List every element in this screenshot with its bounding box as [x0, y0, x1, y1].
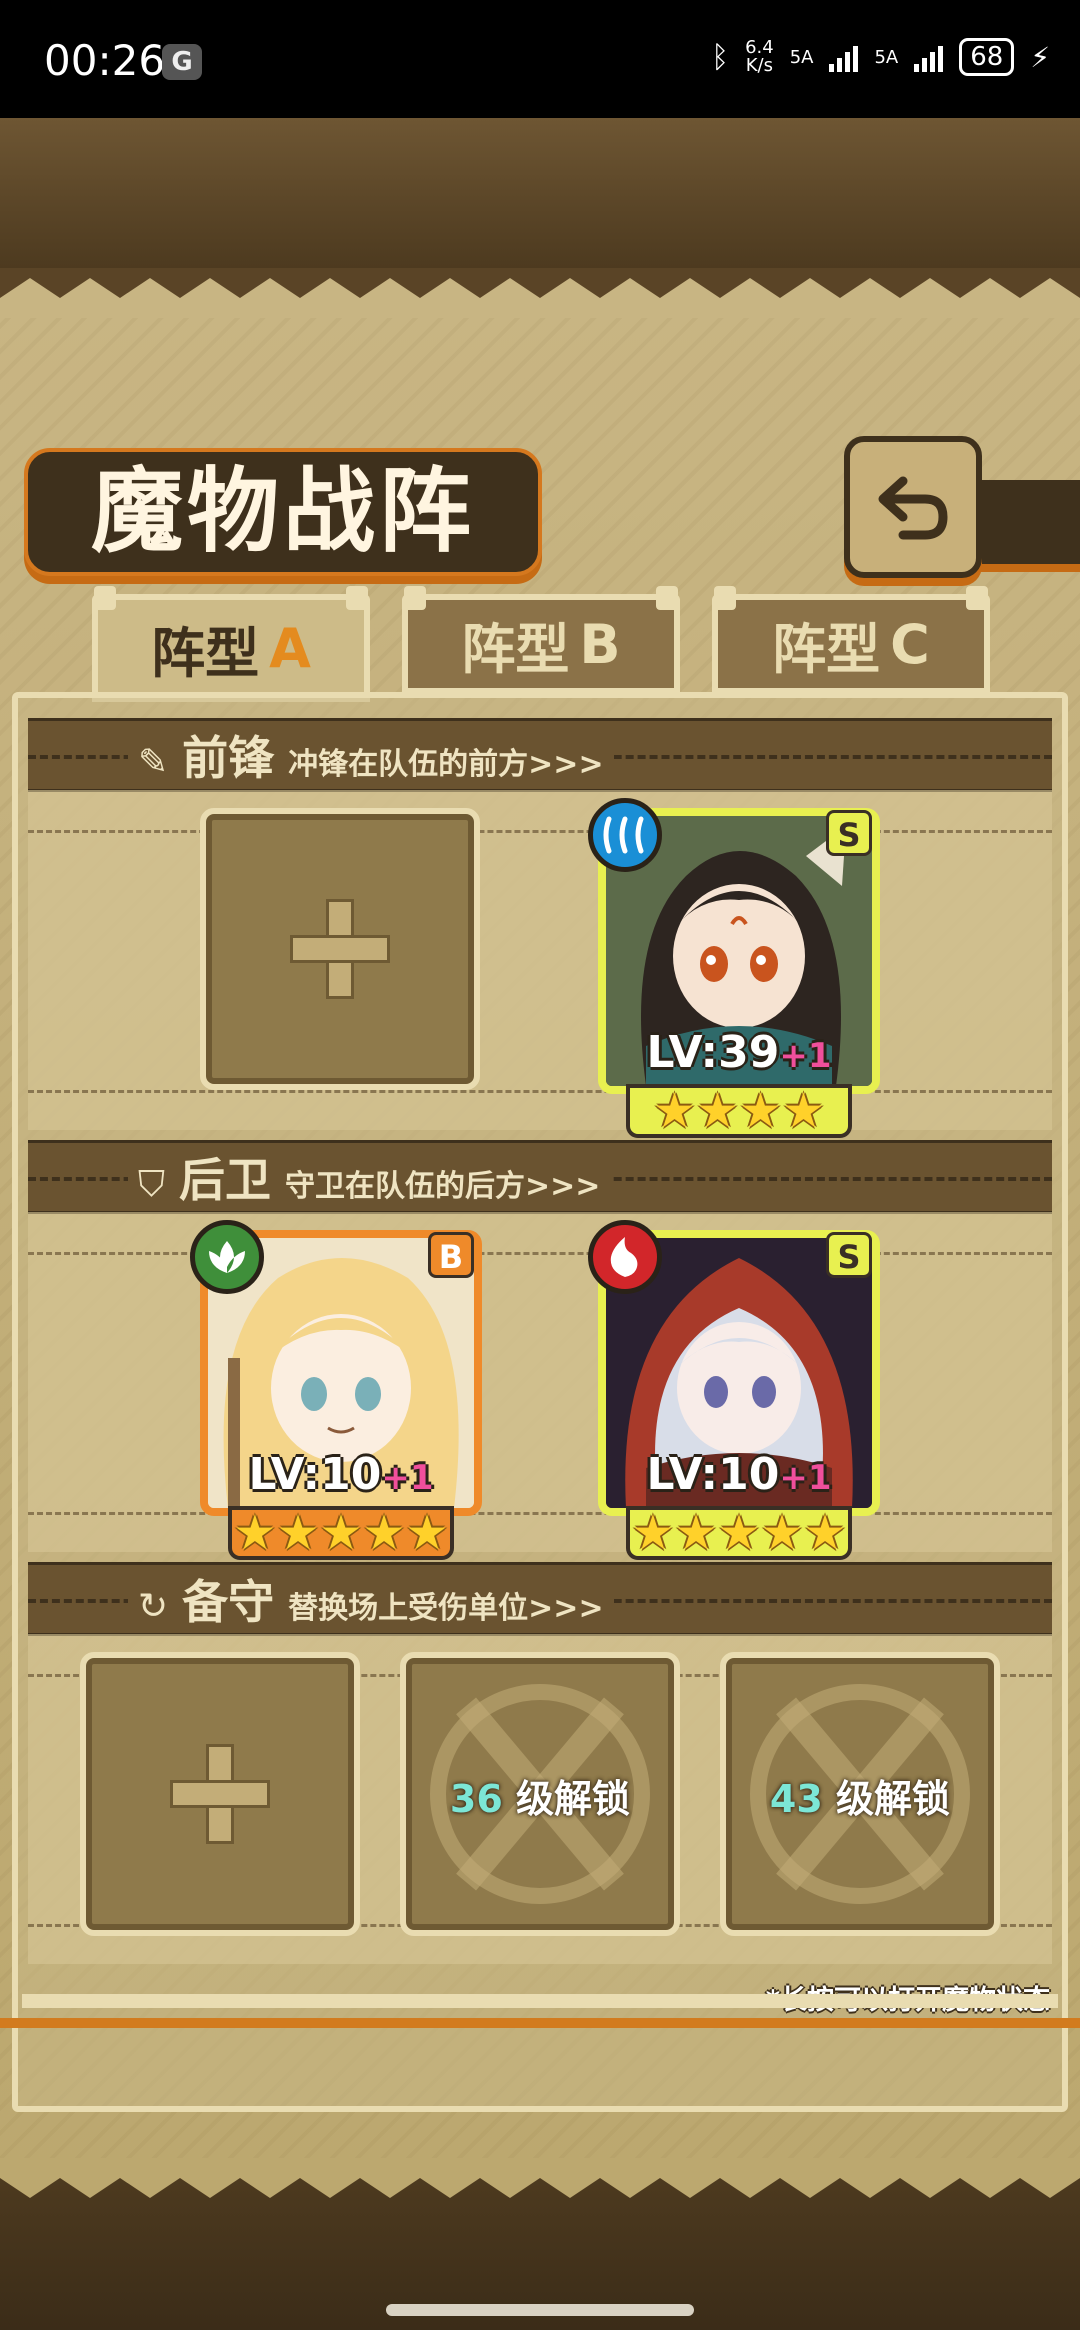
status-bar: 00:26 G ᛒ 6.4 K/s 5A 5A 68 ⚡ [0, 0, 1080, 118]
torn-edge-bottom [0, 2158, 1080, 2198]
star-icon: ★ [233, 1505, 277, 1561]
star-icon: ★ [803, 1505, 847, 1561]
star-rating: ★ ★ ★ ★ ★ [228, 1506, 454, 1560]
fire-icon [588, 1220, 662, 1294]
section-rearguard-header: ⛉ 后卫 守卫在队伍的后方>>> [28, 1140, 1052, 1214]
battery-level: 68 [959, 38, 1015, 76]
rank-badge: S [826, 1232, 872, 1278]
back-button[interactable] [844, 436, 982, 578]
vanguard-empty-slot[interactable] [200, 808, 480, 1090]
leaf-icon [190, 1220, 264, 1294]
shield-icon: ⛉ [138, 1164, 166, 1205]
status-icons: ᛒ 6.4 K/s 5A 5A 68 ⚡ [711, 38, 1050, 76]
star-icon: ★ [760, 1505, 804, 1561]
water-icon [588, 798, 662, 872]
charging-icon: ⚡ [1030, 40, 1050, 74]
unlock-level-text: 36 级解锁 [449, 1777, 631, 1821]
star-icon: ★ [717, 1505, 761, 1561]
star-icon: ★ [739, 1083, 783, 1139]
vanguard-row [28, 790, 1052, 1130]
star-icon: ★ [674, 1505, 718, 1561]
title-banner: 魔物战阵 [24, 448, 542, 576]
page-title: 魔物战阵 [90, 457, 475, 565]
unlock-level-text: 43 级解锁 [769, 1777, 951, 1821]
net-speed: 6.4 K/s [745, 37, 774, 76]
add-icon [170, 1744, 270, 1844]
map-background-top [0, 118, 1080, 268]
rank-badge: S [826, 810, 872, 856]
star-icon: ★ [276, 1505, 320, 1561]
reserve-locked-slot-2: 43 级解锁 [720, 1652, 1000, 1936]
google-app-icon: G [162, 44, 202, 80]
sim1-label: 5A [789, 46, 814, 68]
star-icon: ★ [319, 1505, 363, 1561]
star-icon: ★ [405, 1505, 449, 1561]
home-indicator[interactable] [386, 2304, 694, 2316]
tab-formation-c[interactable]: 阵型 C [712, 586, 990, 694]
tab-letter: B [579, 612, 621, 676]
status-time: 00:26 [44, 36, 166, 85]
torn-edge-top [0, 278, 1080, 318]
return-arrow-icon [878, 476, 948, 540]
star-icon: ★ [362, 1505, 406, 1561]
star-rating: ★ ★ ★ ★ [626, 1084, 852, 1138]
add-icon [290, 899, 390, 999]
sim2-label: 5A [874, 46, 899, 68]
game-screen: 魔物战阵 阵型 A 阵型 B 阵型 C ✎ 前锋 冲锋在队伍的前方>>> LV:… [0, 118, 1080, 2330]
signal-icon-2 [914, 42, 944, 72]
panel-orange-edge [0, 2018, 1080, 2028]
section-reserve-header: ↻ 备守 替换场上受伤单位>>> [28, 1562, 1052, 1636]
reserve-empty-slot[interactable] [80, 1652, 360, 1936]
rank-badge: B [428, 1232, 474, 1278]
monster-level: LV:10+1 [646, 1449, 832, 1500]
panel-bottom-bar [22, 1994, 1058, 2008]
tab-formation-a[interactable]: 阵型 A [92, 586, 370, 702]
star-rating: ★ ★ ★ ★ ★ [626, 1506, 852, 1560]
monster-level: LV:10+1 [248, 1449, 434, 1500]
bluetooth-icon: ᛒ [711, 39, 730, 75]
star-icon: ★ [631, 1505, 675, 1561]
tab-formation-b[interactable]: 阵型 B [402, 586, 680, 694]
tab-letter: C [890, 612, 930, 676]
rearguard-row [28, 1212, 1052, 1552]
sword-icon: ✎ [138, 742, 169, 783]
monster-level: LV:39+1 [646, 1027, 832, 1078]
star-icon: ★ [782, 1083, 826, 1139]
signal-icon [829, 42, 859, 72]
tab-letter: A [269, 616, 311, 680]
star-icon: ★ [652, 1083, 696, 1139]
section-vanguard-header: ✎ 前锋 冲锋在队伍的前方>>> [28, 718, 1052, 792]
swap-icon: ↻ [138, 1586, 169, 1627]
star-icon: ★ [695, 1083, 739, 1139]
reserve-locked-slot-1: 36 级解锁 [400, 1652, 680, 1936]
